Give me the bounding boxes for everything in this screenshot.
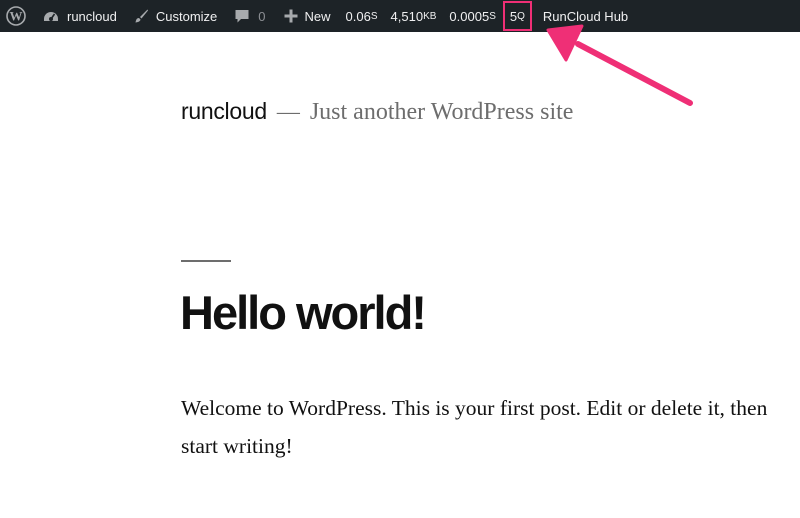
comments-count: 0	[258, 8, 266, 24]
comments-link[interactable]: 0	[234, 0, 266, 32]
qm-db-time[interactable]: 0.0005 S	[449, 0, 495, 32]
qm-memory[interactable]: 4,510 KB	[391, 0, 437, 32]
customize-link[interactable]: Customize	[133, 0, 217, 32]
runcloud-hub-menu[interactable]: RunCloud Hub	[543, 0, 628, 32]
qm-queries-count[interactable]: 5Q	[502, 1, 532, 31]
site-description: Just another WordPress site	[309, 99, 574, 125]
qm-db-time-value: 0.0005	[449, 8, 490, 24]
qm-memory-value: 4,510	[390, 8, 424, 24]
qm-queries-value: 5	[509, 8, 518, 24]
site-header: runcloud — Just another WordPress site	[181, 98, 573, 126]
post-title[interactable]: Hello world!	[180, 285, 427, 340]
site-title-separator: —	[276, 99, 300, 124]
paintbrush-icon	[133, 8, 149, 24]
qm-memory-unit: KB	[423, 10, 437, 22]
site-title-link[interactable]: runcloud	[181, 98, 267, 125]
dashboard-icon	[42, 7, 60, 25]
customize-label: Customize	[155, 8, 218, 24]
qm-page-time[interactable]: 0.06 S	[346, 0, 378, 32]
wordpress-logo-icon: W	[6, 6, 26, 26]
wp-logo-menu[interactable]: W	[0, 0, 32, 32]
site-name-menu[interactable]: runcloud	[42, 0, 117, 32]
admin-bar: W runcloud Customize 0 New 0.06 S 4,510 …	[0, 0, 800, 32]
new-content-menu[interactable]: New	[284, 0, 331, 32]
comment-bubble-icon	[234, 8, 250, 24]
runcloud-hub-label: RunCloud Hub	[542, 8, 629, 24]
post-divider	[181, 260, 231, 262]
site-name-label: runcloud	[67, 8, 117, 24]
post-content: Welcome to WordPress. This is your first…	[181, 396, 768, 458]
plus-icon	[284, 9, 298, 23]
qm-queries-unit: Q	[517, 10, 525, 22]
qm-db-time-unit: S	[489, 10, 496, 22]
qm-page-time-value: 0.06	[345, 8, 371, 24]
qm-page-time-unit: S	[370, 10, 378, 22]
new-label: New	[304, 8, 331, 24]
svg-text:W: W	[10, 9, 23, 24]
